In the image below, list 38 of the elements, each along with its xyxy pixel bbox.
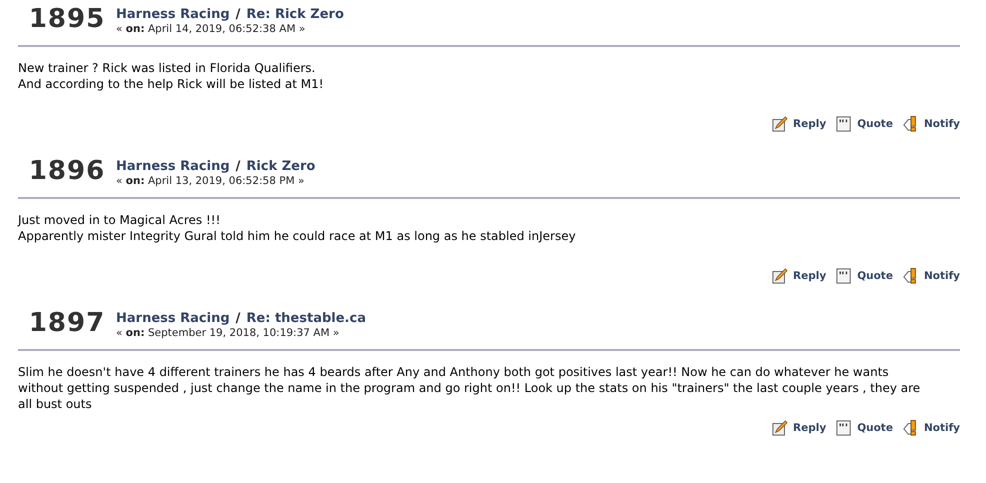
subject-link[interactable]: Re: thestable.ca (246, 311, 366, 326)
pencil-note-icon[interactable] (772, 420, 788, 436)
post-text: Just moved in to Magical Acres !!! (18, 212, 222, 228)
exclamation-icon[interactable] (902, 268, 919, 284)
post-date: « on: September 19, 2018, 10:19:37 AM » (116, 327, 340, 339)
quote-link[interactable]: Quote (857, 422, 893, 434)
notify-link[interactable]: Notify (924, 270, 960, 282)
reply-link[interactable]: Reply (793, 270, 826, 282)
quote-icon[interactable] (836, 116, 852, 132)
board-link[interactable]: Harness Racing (116, 159, 230, 174)
exclamation-icon[interactable] (902, 420, 919, 436)
post-text: Slim he doesn't have 4 different trainers he has 4 beards after Any and Anthony both got positives last year!! Now he can do whatever he wants without getting suspended , just change the name in the program and go right on!! Look up the stats on his "trainers" the last couple years , they are all bust outs (18, 364, 922, 412)
separator: / (236, 7, 240, 22)
pencil-note-icon[interactable] (772, 268, 788, 284)
pencil-note-icon[interactable] (772, 116, 788, 132)
post-number: 1897 (28, 307, 106, 340)
reply-link[interactable]: Reply (793, 422, 826, 434)
post-text: Apparently mister Integrity Gural told him he could race at M1 as long as he stabled inJersey (18, 228, 577, 244)
board-link[interactable]: Harness Racing (116, 7, 230, 22)
subject-link[interactable]: Re: Rick Zero (246, 7, 344, 22)
quote-link[interactable]: Quote (857, 270, 893, 282)
quote-icon[interactable] (836, 268, 852, 284)
post-number: 1895 (28, 3, 106, 36)
board-link[interactable]: Harness Racing (116, 311, 230, 326)
quote-icon[interactable] (836, 420, 852, 436)
notify-link[interactable]: Notify (924, 422, 960, 434)
post-date: « on: April 14, 2019, 06:52:38 AM » (116, 23, 306, 35)
post-number: 1896 (28, 155, 106, 188)
subject-link[interactable]: Rick Zero (246, 159, 316, 174)
reply-link[interactable]: Reply (793, 118, 826, 130)
post-text: New trainer ? Rick was listed in Florida Qualifiers. (18, 60, 316, 76)
notify-link[interactable]: Notify (924, 118, 960, 130)
separator: / (236, 311, 240, 326)
separator: / (236, 159, 240, 174)
post-text: And according to the help Rick will be listed at M1! (18, 76, 325, 92)
post-date: « on: April 13, 2019, 06:52:58 PM » (116, 175, 306, 187)
quote-link[interactable]: Quote (857, 118, 893, 130)
exclamation-icon[interactable] (902, 116, 919, 132)
